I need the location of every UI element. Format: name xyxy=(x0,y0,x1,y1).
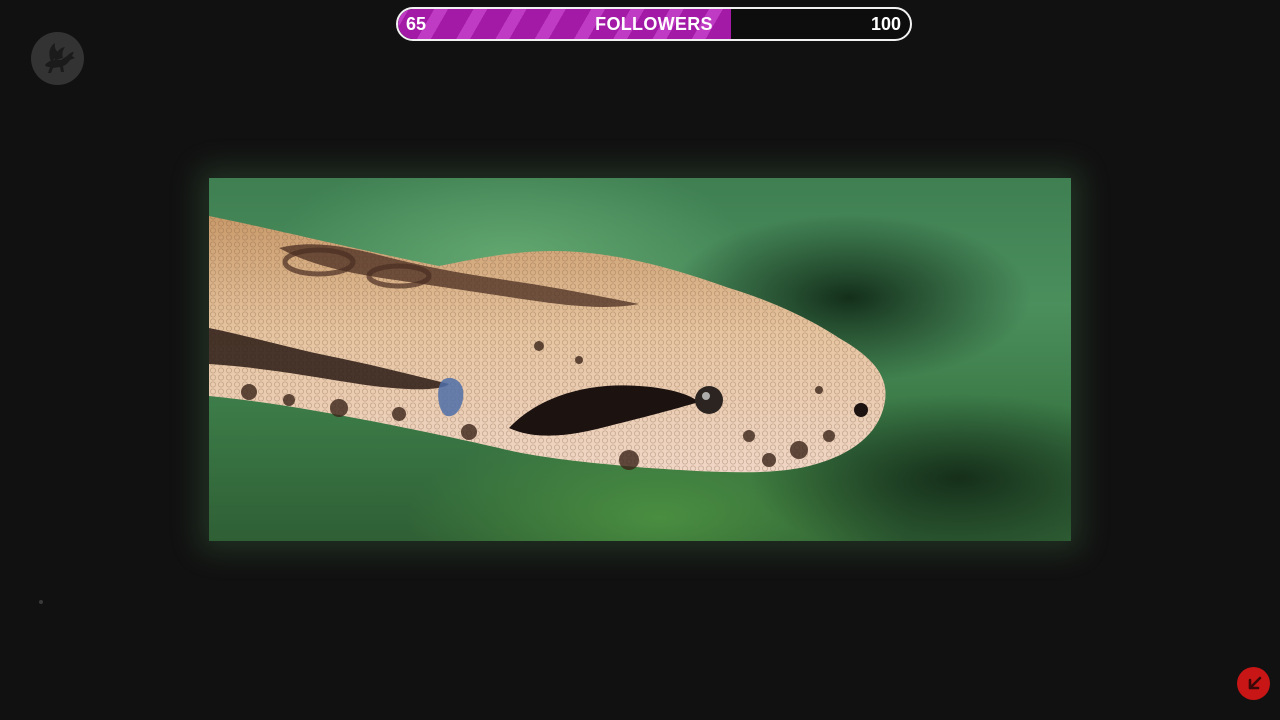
followers-goal-count: 100 xyxy=(870,14,901,34)
followers-label: FOLLOWERS xyxy=(595,14,713,34)
pegasus-icon xyxy=(45,43,75,73)
stream-overlay: 65 FOLLOWERS 100 xyxy=(0,0,1280,720)
decorative-dot xyxy=(39,600,43,604)
snake-photo xyxy=(209,178,1071,541)
followers-progress-bar: 65 FOLLOWERS 100 xyxy=(396,7,912,41)
arrow-down-left-icon xyxy=(1248,676,1261,689)
snake-head-image xyxy=(209,216,886,473)
corner-action-button[interactable] xyxy=(1237,667,1270,700)
logo-badge xyxy=(31,32,84,85)
